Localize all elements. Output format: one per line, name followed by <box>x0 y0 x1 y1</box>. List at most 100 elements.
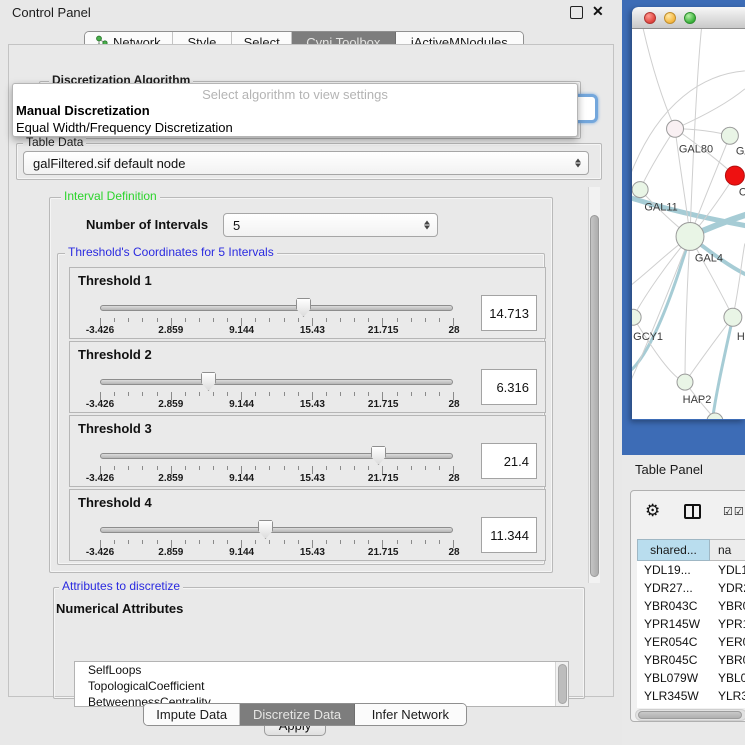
algorithm-dropdown-popup: Select algorithm to view settings Manual… <box>12 83 578 137</box>
node-label-hap2: HAP2 <box>683 394 712 406</box>
desktop-background: GAL80 GA C GAL11 GAL4 GCY1 H HAP2 <box>622 0 745 455</box>
node-label-c: C <box>739 187 745 199</box>
tick-label: 2.859 <box>158 399 183 410</box>
tick-label: 9.144 <box>229 473 254 484</box>
checkbox-icons[interactable]: ☑☑ <box>723 507 745 518</box>
table-row[interactable]: YIL052CYIL0 <box>637 705 745 708</box>
tick-label: 2.859 <box>158 473 183 484</box>
column-header-shared-name[interactable]: shared... <box>637 539 710 561</box>
close-icon[interactable]: ✕ <box>592 3 604 20</box>
attributes-group-title: Attributes to discretize <box>59 580 183 593</box>
slider-tick-labels: -3.4262.8599.14415.4321.71528 <box>100 399 454 411</box>
tick-label: 2.859 <box>158 325 183 336</box>
zoom-window-button[interactable] <box>684 12 696 24</box>
close-window-button[interactable] <box>644 12 656 24</box>
columns-icon[interactable] <box>684 504 701 519</box>
tab-impute-data[interactable]: Impute Data <box>144 704 240 725</box>
column-header-name[interactable]: na <box>710 539 745 561</box>
threshold-value-field[interactable]: 14.713 <box>481 295 537 331</box>
numerical-attributes-list[interactable]: SelfLoopsTopologicalCoefficientBetweenne… <box>74 661 569 707</box>
tick-label: 2.859 <box>158 547 183 558</box>
cell-name: YDR2 <box>710 579 745 597</box>
tab-discretize-data[interactable]: Discretize Data <box>240 704 354 725</box>
cell-name: YLR3 <box>710 687 745 705</box>
threshold-value-field[interactable]: 11.344 <box>481 517 537 553</box>
control-panel-title: Control Panel <box>12 5 91 20</box>
combo-stepper-icon <box>424 221 430 230</box>
algorithm-placeholder-option[interactable]: Select algorithm to view settings <box>13 87 577 102</box>
tick-label: 15.43 <box>300 547 325 558</box>
table-row[interactable]: YBR043CYBR0 <box>637 597 745 615</box>
threshold-label: Threshold 3 <box>78 421 152 436</box>
table-data-combobox[interactable]: galFiltered.sif default node <box>23 151 589 175</box>
table-horizontal-scrollbar[interactable] <box>635 709 745 721</box>
cell-shared-name: YLR345W <box>637 687 710 705</box>
table-row[interactable]: YBL079WYBL0 <box>637 669 745 687</box>
cyni-mode-tabbar: Impute DataDiscretize Data Infer Network <box>143 703 467 726</box>
node-gal80 <box>667 120 684 137</box>
node-gal4 <box>676 223 704 251</box>
scrollbar-thumb[interactable] <box>558 664 567 704</box>
float-window-icon[interactable] <box>570 6 583 19</box>
cell-name: YER0 <box>710 633 745 651</box>
threshold-slider-handle[interactable] <box>201 372 216 391</box>
threshold-slider-handle[interactable] <box>296 298 311 317</box>
num-intervals-label: Number of Intervals <box>86 217 208 232</box>
algorithm-option-equal-width[interactable]: Equal Width/Frequency Discretization <box>16 120 233 135</box>
interval-definition-group-title: Interval Definition <box>61 190 160 203</box>
node-label-gal80: GAL80 <box>679 144 713 156</box>
tick-label: 21.715 <box>368 473 399 484</box>
table-row[interactable]: YDL19...YDL1 <box>637 561 745 579</box>
tick-label: 28 <box>448 399 459 410</box>
tab-label: Infer Network <box>372 707 449 722</box>
threshold-value-field[interactable]: 6.316 <box>481 369 537 405</box>
scrollpane-vertical-scrollbar[interactable] <box>588 187 600 583</box>
gear-icon[interactable]: ⚙ <box>645 502 660 519</box>
cell-shared-name: YBR043C <box>637 597 710 615</box>
cell-shared-name: YDL19... <box>637 561 710 579</box>
tick-label: -3.426 <box>86 547 114 558</box>
threshold-slider-track[interactable] <box>100 379 453 385</box>
tick-label: 28 <box>448 325 459 336</box>
thresholds-group-title: Threshold's Coordinates for 5 Intervals <box>65 246 277 259</box>
table-row[interactable]: YDR27...YDR2 <box>637 579 745 597</box>
cell-shared-name: YIL052C <box>637 705 710 708</box>
network-view-window[interactable]: GAL80 GA C GAL11 GAL4 GCY1 H HAP2 <box>632 7 745 420</box>
node-bottom-partial <box>707 413 723 419</box>
node-red <box>725 166 744 185</box>
attribute-list-item[interactable]: SelfLoops <box>75 662 568 678</box>
node-label-gal4: GAL4 <box>695 252 723 264</box>
num-intervals-combobox[interactable]: 5 <box>223 213 438 237</box>
tick-label: -3.426 <box>86 325 114 336</box>
list-vertical-scrollbar[interactable] <box>555 662 568 706</box>
tick-label: 9.144 <box>229 399 254 410</box>
table-panel-title: Table Panel <box>635 462 703 477</box>
network-canvas[interactable]: GAL80 GA C GAL11 GAL4 GCY1 H HAP2 <box>632 29 745 419</box>
cell-name: YDL1 <box>710 561 745 579</box>
table-row[interactable]: YBR045CYBR0 <box>637 651 745 669</box>
cell-shared-name: YBR045C <box>637 651 710 669</box>
minimize-window-button[interactable] <box>664 12 676 24</box>
threshold-slider-track[interactable] <box>100 305 453 311</box>
tick-label: -3.426 <box>86 473 114 484</box>
cell-name: YPR1 <box>710 615 745 633</box>
node-table: shared... na YDL19...YDL1YDR27...YDR2YBR… <box>637 539 745 708</box>
cell-shared-name: YBL079W <box>637 669 710 687</box>
tick-label: 15.43 <box>300 399 325 410</box>
threshold-slider-handle[interactable] <box>258 520 273 539</box>
numerical-attributes-label: Numerical Attributes <box>56 601 183 616</box>
threshold-slider-track[interactable] <box>100 527 453 533</box>
tab-infer-network[interactable]: Infer Network <box>355 704 466 725</box>
threshold-slider-track[interactable] <box>100 453 453 459</box>
tick-label: -3.426 <box>86 399 114 410</box>
attribute-list-item[interactable]: TopologicalCoefficient <box>75 678 568 694</box>
network-window-titlebar[interactable] <box>632 7 745 29</box>
scrollbar-thumb[interactable] <box>590 215 599 577</box>
table-row[interactable]: YLR345WYLR3 <box>637 687 745 705</box>
algorithm-option-manual[interactable]: Manual Discretization <box>16 103 150 118</box>
scrollbar-thumb[interactable] <box>638 711 742 719</box>
table-row[interactable]: YPR145WYPR1 <box>637 615 745 633</box>
threshold-slider-handle[interactable] <box>371 446 386 465</box>
table-row[interactable]: YER054CYER0 <box>637 633 745 651</box>
threshold-value-field[interactable]: 21.4 <box>481 443 537 479</box>
